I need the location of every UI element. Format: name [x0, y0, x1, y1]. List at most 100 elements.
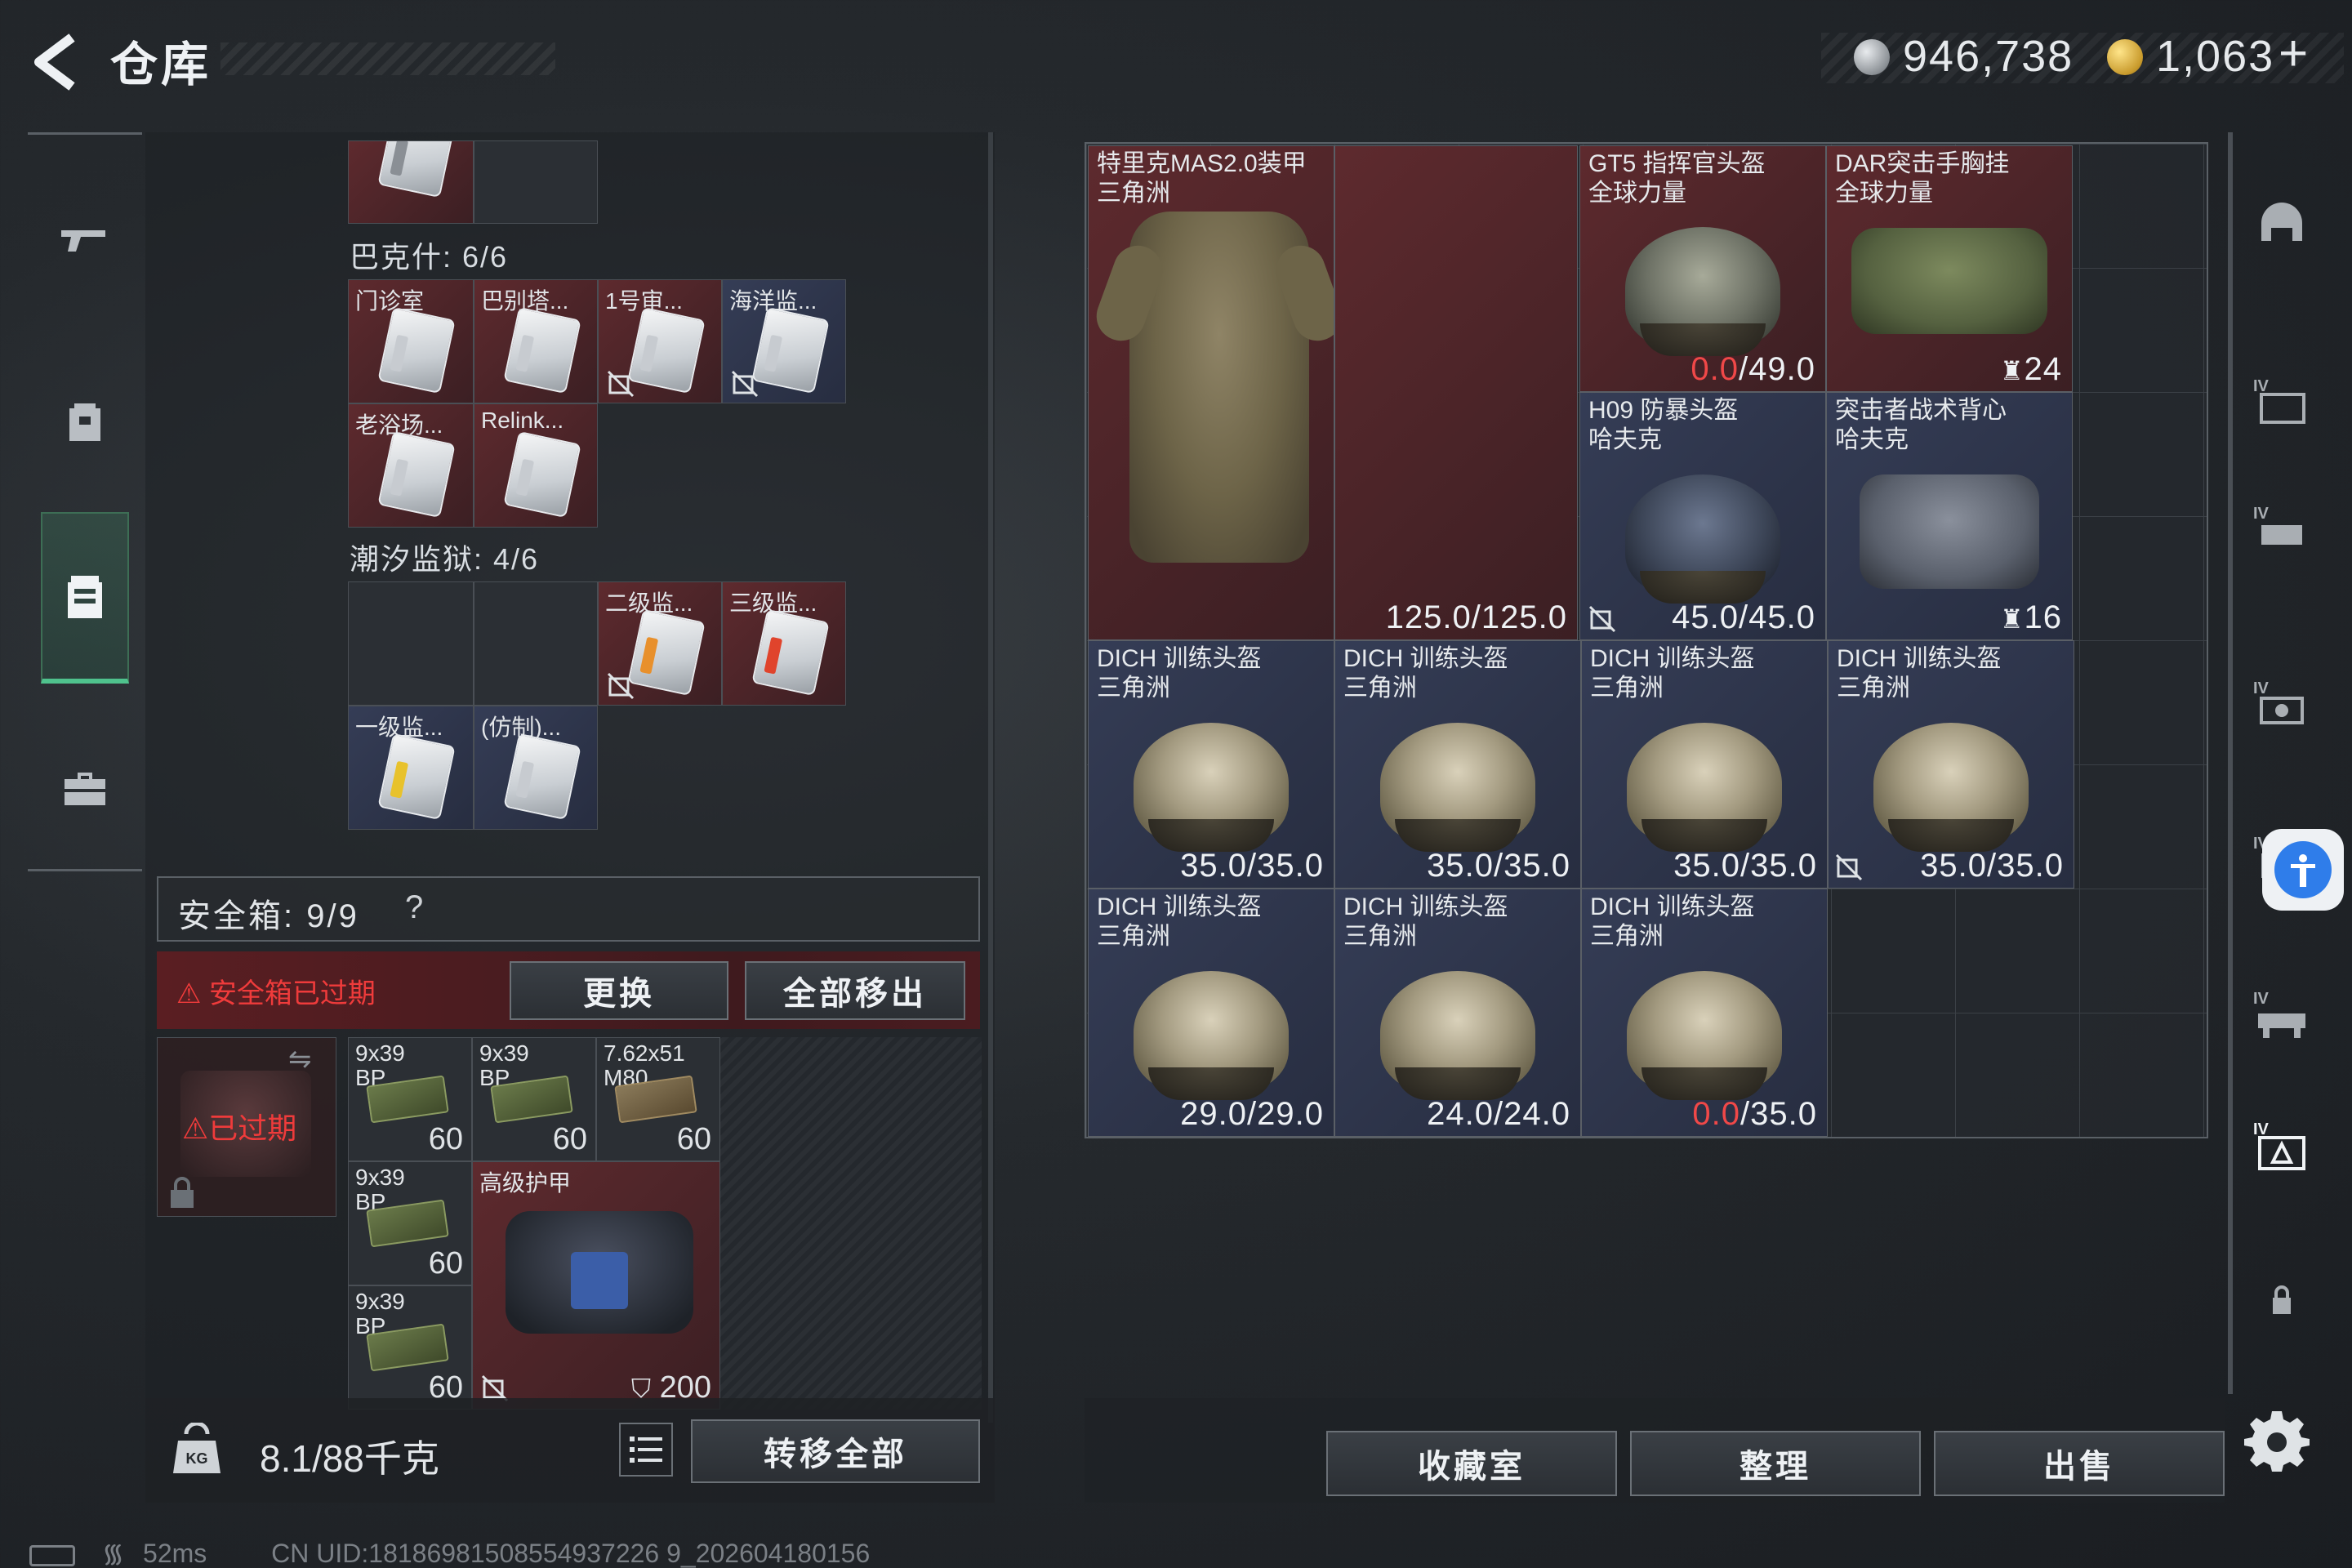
ammo-cell[interactable]: 9x39 BP 60 [348, 1161, 472, 1285]
ammo-cell[interactable]: 9x39 BP 60 [348, 1037, 472, 1161]
svg-text:IV: IV [2253, 679, 2270, 697]
keycard-icon [627, 608, 706, 697]
safe-box-grid: 9x39 BP 60 9x39 BP 60 7.62x51 M80 60 9x3… [348, 1037, 982, 1410]
item-armor-ext[interactable]: 125.0/125.0 [1334, 145, 1578, 640]
nav-storage[interactable] [41, 512, 129, 684]
item-name: DICH 训练头盔 三角洲 [1837, 644, 2002, 703]
sell-button[interactable]: 出售 [1934, 1431, 2225, 1496]
nav-toolbox[interactable] [28, 706, 142, 870]
collection-room-button[interactable]: 收藏室 [1326, 1431, 1617, 1496]
weight-bar: KG 8.1/88千克 转移全部 [145, 1398, 995, 1503]
item-name: DICH 训练头盔 三角洲 [1343, 644, 1508, 703]
uid-text: CN UID:18186981508554937226 9_2026041801… [271, 1539, 871, 1568]
item-title: DAR突击手胸挂 [1835, 150, 2010, 177]
gear-icon[interactable] [2244, 1406, 2310, 1472]
ammo-cell[interactable]: 9x39 BP 60 [472, 1037, 596, 1161]
swap-icon[interactable]: ⇋ [288, 1043, 312, 1076]
list-icon [630, 1437, 662, 1463]
no-drop-icon [1835, 853, 1863, 881]
weight-icon: KG [173, 1423, 220, 1473]
item-name: H09 防暴头盔 哈夫克 [1588, 396, 1738, 455]
ammo-cell[interactable]: 7.62x51 M80 60 [596, 1037, 720, 1161]
remove-all-button[interactable]: 全部移出 [745, 961, 965, 1020]
item-armor[interactable]: 特里克MAS2.0装甲 三角洲 [1088, 145, 1334, 640]
keycard-cell[interactable]: (仿制)... [474, 706, 598, 830]
no-drop-icon [607, 370, 635, 398]
rail-container-3[interactable]: IV [2249, 497, 2314, 562]
rail-container-2[interactable]: IV [2249, 369, 2314, 434]
item-faction: 三角洲 [1097, 180, 1170, 207]
wifi-icon: ᯾ [101, 1539, 125, 1568]
rail-container-1[interactable] [2249, 186, 2314, 252]
left-nav [28, 132, 142, 871]
rail-container-6[interactable]: IV [2249, 982, 2314, 1047]
expired-notice-text: 安全箱已过期 [208, 978, 376, 1009]
item-title: DICH 训练头盔 [1590, 645, 1755, 672]
item-helmet[interactable]: DICH 训练头盔 三角洲 35.0/35.0 [1334, 640, 1581, 889]
item-name: DICH 训练头盔 三角洲 [1097, 644, 1262, 703]
ping-value: 52ms [143, 1539, 207, 1568]
item-helmet[interactable]: GT5 指挥官头盔 全球力量 0.0/49.0 [1579, 145, 1826, 392]
keycard-cell[interactable]: Relink... [474, 403, 598, 528]
item-name: GT5 指挥官头盔 全球力量 [1588, 149, 1766, 208]
rail-container-7-active[interactable]: IV [2249, 1112, 2314, 1178]
durability-current: 0.0 [1692, 1096, 1741, 1132]
expired-notice: ⚠ 安全箱已过期 [176, 971, 376, 1011]
keycard-icon [377, 430, 456, 519]
safe-expired-text: 已过期 [208, 1111, 297, 1145]
keycard-cell[interactable]: 门诊室 [348, 279, 474, 403]
item-helmet[interactable]: DICH 训练头盔 三角洲 35.0/35.0 [1581, 640, 1828, 889]
back-arrow-icon[interactable] [24, 29, 90, 95]
item-cell-partial[interactable] [348, 140, 474, 224]
silver-coin-icon [1854, 39, 1890, 75]
replace-button[interactable]: 更换 [510, 961, 728, 1020]
safe-box-icon[interactable]: ⚠已过期 ⇋ [157, 1037, 336, 1217]
sort-button[interactable]: 整理 [1630, 1431, 1921, 1496]
storage-icon [68, 576, 102, 618]
item-helmet[interactable]: DICH 训练头盔 三角洲 35.0/35.0 [1828, 640, 2074, 889]
rail-lock[interactable] [2249, 1267, 2314, 1333]
item-chest-rig[interactable]: DAR突击手胸挂 全球力量 ♜24 [1826, 145, 2073, 392]
empty-cell[interactable] [474, 581, 598, 706]
empty-cell[interactable] [474, 140, 598, 224]
nav-weapons[interactable] [28, 159, 142, 323]
item-helmet[interactable]: DICH 训练头盔 三角洲 0.0/35.0 [1581, 889, 1828, 1137]
scrollbar-track[interactable] [988, 132, 993, 1423]
durability-max: /35.0 [1740, 1096, 1817, 1132]
item-durability: 35.0/35.0 [1673, 848, 1817, 884]
helmet-image [1134, 971, 1289, 1101]
accessibility-button[interactable] [2262, 829, 2344, 911]
item-tactical-vest[interactable]: 突击者战术背心 哈夫克 ♜16 [1826, 392, 2073, 640]
weight-value: 8.1/88千克 [260, 1437, 439, 1480]
item-faction: 哈夫克 [1835, 426, 1909, 453]
keycard-cell[interactable]: 海洋监... [722, 279, 846, 403]
keycard-icon [627, 306, 706, 394]
add-currency-button[interactable]: + [2278, 24, 2308, 82]
list-view-button[interactable] [619, 1423, 673, 1477]
keycard-cell[interactable]: 二级监... [598, 581, 722, 706]
svg-text:KG: KG [186, 1450, 208, 1467]
item-helmet[interactable]: DICH 训练头盔 三角洲 29.0/29.0 [1088, 889, 1334, 1137]
ammo-cell[interactable]: 9x39 BP 60 [348, 1285, 472, 1410]
item-title: DICH 训练头盔 [1590, 893, 1755, 920]
armor-plate-cell[interactable]: 高级护甲 ⛉ 200 [472, 1161, 720, 1410]
item-durability: 0.0/35.0 [1692, 1096, 1817, 1133]
item-helmet[interactable]: DICH 训练头盔 三角洲 35.0/35.0 [1088, 640, 1334, 889]
keycard-cell[interactable]: 巴别塔... [474, 279, 598, 403]
capacity-icon: ♜ [1999, 356, 2025, 385]
empty-cell[interactable] [348, 581, 474, 706]
keycard-cell[interactable]: 老浴场... [348, 403, 474, 528]
nav-backpack[interactable] [28, 339, 142, 502]
right-bottom-bar: 收藏室 整理 出售 [1085, 1398, 2225, 1503]
item-helmet[interactable]: H09 防暴头盔 哈夫克 45.0/45.0 [1579, 392, 1826, 640]
transfer-all-button[interactable]: 转移全部 [691, 1419, 980, 1483]
accessibility-icon [2274, 841, 2332, 898]
keycard-cell[interactable]: 三级监... [722, 581, 846, 706]
item-helmet[interactable]: DICH 训练头盔 三角洲 24.0/24.0 [1334, 889, 1581, 1137]
armor-station-icon: IV [2253, 1120, 2305, 1170]
item-faction: 三角洲 [1590, 675, 1664, 702]
keycard-cell[interactable]: 一级监... [348, 706, 474, 830]
help-icon[interactable]: ? [405, 889, 423, 926]
rail-container-4[interactable]: IV [2249, 671, 2314, 737]
keycard-cell[interactable]: 1号审... [598, 279, 722, 403]
